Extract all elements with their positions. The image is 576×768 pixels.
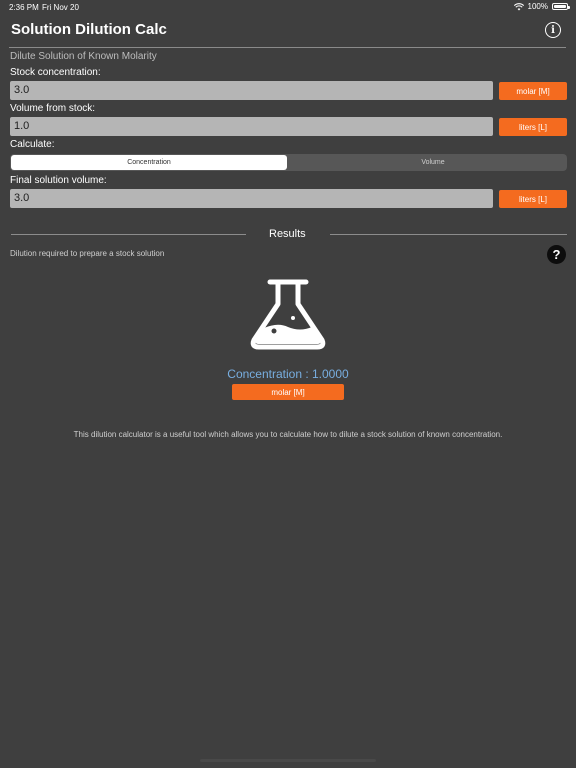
volume-from-stock-unit-button[interactable]: liters [L] <box>499 118 567 136</box>
battery-percent: 100% <box>527 2 548 11</box>
help-icon[interactable]: ? <box>547 245 566 264</box>
result-value: Concentration : 1.0000 <box>227 367 349 381</box>
status-date: Fri Nov 20 <box>42 3 79 12</box>
app-title: Solution Dilution Calc <box>11 21 167 38</box>
flask-icon <box>250 279 326 350</box>
stock-concentration-label: Stock concentration: <box>10 67 101 78</box>
final-volume-input[interactable]: 3.0 <box>10 189 493 208</box>
results-divider-right <box>330 234 567 235</box>
status-right: 100% <box>513 2 570 11</box>
status-bar: 2:36 PM Fri Nov 20 100% <box>0 0 576 14</box>
home-indicator <box>200 759 376 762</box>
volume-from-stock-label: Volume from stock: <box>10 103 96 114</box>
calculate-label: Calculate: <box>10 139 55 150</box>
battery-icon <box>552 3 570 10</box>
stock-concentration-unit-button[interactable]: molar [M] <box>499 82 567 100</box>
wifi-icon <box>513 2 524 10</box>
results-title: Results <box>269 228 306 240</box>
stock-concentration-input[interactable]: 3.0 <box>10 81 493 100</box>
nav-divider <box>9 47 566 48</box>
section-heading: Dilute Solution of Known Molarity <box>10 51 157 62</box>
final-volume-label: Final solution volume: <box>10 175 107 186</box>
calculate-segmented-control: Concentration Volume <box>10 154 567 171</box>
status-time: 2:36 PM <box>9 3 39 12</box>
results-divider-left <box>11 234 246 235</box>
final-volume-unit-button[interactable]: liters [L] <box>499 190 567 208</box>
result-unit-button[interactable]: molar [M] <box>232 384 344 400</box>
description-text: This dilution calculator is a useful too… <box>73 430 503 439</box>
info-icon[interactable]: i <box>545 22 561 38</box>
segment-volume[interactable]: Volume <box>300 155 566 170</box>
results-subtitle: Dilution required to prepare a stock sol… <box>10 249 165 258</box>
segment-concentration[interactable]: Concentration <box>11 155 287 170</box>
volume-from-stock-input[interactable]: 1.0 <box>10 117 493 136</box>
